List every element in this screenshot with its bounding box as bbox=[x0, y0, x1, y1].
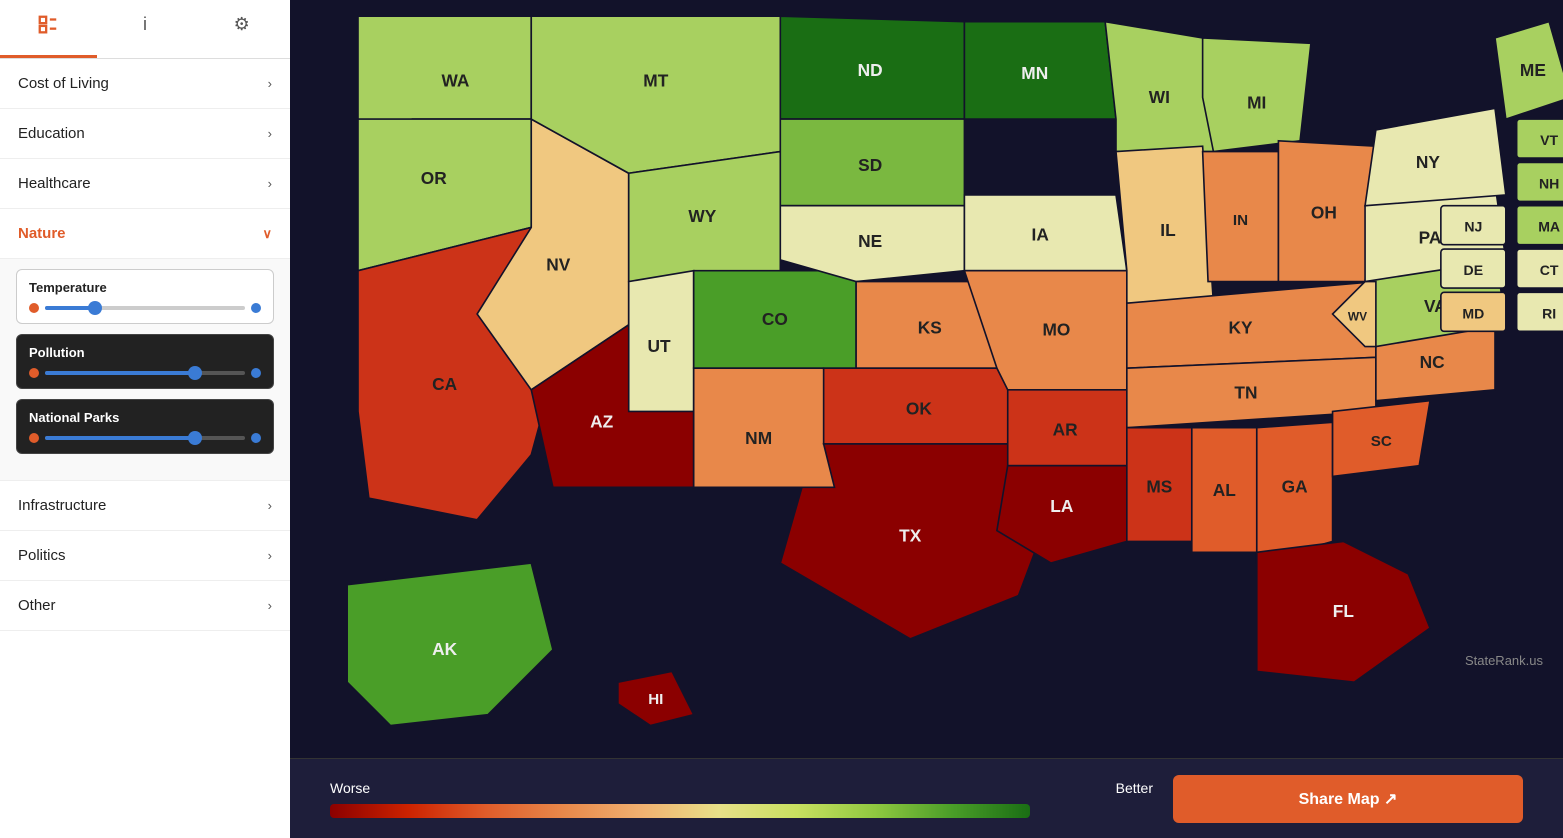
menu-item-healthcare[interactable]: Healthcare › bbox=[0, 159, 290, 209]
main-content: WA OR CA ID NV AZ MT WY UT bbox=[290, 0, 1563, 838]
state-al[interactable] bbox=[1192, 428, 1257, 553]
state-ma[interactable] bbox=[1517, 206, 1563, 245]
slider-left-dot-pollution bbox=[29, 368, 39, 378]
slider-track-temperature[interactable] bbox=[45, 306, 245, 310]
state-nj[interactable] bbox=[1441, 206, 1506, 245]
state-sc[interactable] bbox=[1333, 401, 1430, 477]
legend-labels: Worse Better bbox=[330, 780, 1153, 796]
national-parks-label: National Parks bbox=[29, 410, 261, 425]
slider-left-dot-national-parks bbox=[29, 433, 39, 443]
chevron-nature: ∨ bbox=[262, 226, 272, 242]
nature-expanded-panel: Temperature Pollution bbox=[0, 259, 290, 481]
legend-gradient-bar bbox=[330, 804, 1030, 818]
pollution-label: Pollution bbox=[29, 345, 261, 360]
menu-item-education[interactable]: Education › bbox=[0, 109, 290, 159]
chevron-other: › bbox=[268, 598, 272, 613]
menu-item-other[interactable]: Other › bbox=[0, 581, 290, 631]
menu-item-politics[interactable]: Politics › bbox=[0, 531, 290, 581]
menu-label-healthcare: Healthcare bbox=[18, 175, 91, 192]
state-de[interactable] bbox=[1441, 249, 1506, 288]
menu-label-infrastructure: Infrastructure bbox=[18, 497, 106, 514]
slider-thumb-temperature[interactable] bbox=[88, 301, 102, 315]
state-ny[interactable] bbox=[1365, 108, 1506, 205]
slider-track-national-parks[interactable] bbox=[45, 436, 245, 440]
sidebar-header: i ⚙ bbox=[0, 0, 290, 59]
temperature-label: Temperature bbox=[29, 280, 261, 295]
bottom-bar: Worse Better Share Map ↗ bbox=[290, 758, 1563, 838]
menu-item-nature[interactable]: Nature ∨ bbox=[0, 209, 290, 259]
map-container[interactable]: WA OR CA ID NV AZ MT WY UT bbox=[290, 0, 1563, 758]
share-map-label: Share Map ↗ bbox=[1299, 789, 1398, 809]
slider-thumb-pollution[interactable] bbox=[188, 366, 202, 380]
chevron-politics: › bbox=[268, 548, 272, 563]
state-wy[interactable] bbox=[629, 152, 781, 282]
slider-left-dot-temperature bbox=[29, 303, 39, 313]
state-mn[interactable] bbox=[964, 22, 1116, 119]
legend-worse-label: Worse bbox=[330, 780, 370, 796]
sidebar: i ⚙ Cost of Living › Education › Healthc… bbox=[0, 0, 290, 838]
list-icon bbox=[37, 14, 59, 41]
slider-track-pollution[interactable] bbox=[45, 371, 245, 375]
share-map-button[interactable]: Share Map ↗ bbox=[1173, 775, 1523, 823]
info-icon: i bbox=[143, 14, 147, 35]
temperature-slider-row bbox=[29, 303, 261, 313]
slider-right-dot-temperature bbox=[251, 303, 261, 313]
state-nd[interactable] bbox=[780, 16, 964, 119]
filter-pollution: Pollution bbox=[16, 334, 274, 389]
menu-item-infrastructure[interactable]: Infrastructure › bbox=[0, 481, 290, 531]
state-mi[interactable] bbox=[1203, 38, 1311, 152]
state-nm[interactable] bbox=[694, 368, 835, 487]
menu-label-education: Education bbox=[18, 125, 85, 142]
state-ia[interactable] bbox=[964, 195, 1126, 271]
legend-better-label: Better bbox=[1116, 780, 1153, 796]
pollution-slider-row bbox=[29, 368, 261, 378]
state-ct[interactable] bbox=[1517, 249, 1563, 288]
state-ar[interactable] bbox=[1008, 390, 1127, 466]
tab-settings[interactable]: ⚙ bbox=[193, 0, 290, 58]
tab-list[interactable] bbox=[0, 0, 97, 58]
slider-thumb-national-parks[interactable] bbox=[188, 431, 202, 445]
us-map-svg: WA OR CA ID NV AZ MT WY UT bbox=[290, 0, 1563, 758]
chevron-education: › bbox=[268, 126, 272, 141]
slider-right-dot-pollution bbox=[251, 368, 261, 378]
gear-icon: ⚙ bbox=[234, 14, 250, 35]
slider-fill-national-parks bbox=[45, 436, 195, 440]
state-me[interactable] bbox=[1495, 22, 1563, 119]
state-oh[interactable] bbox=[1278, 141, 1375, 282]
menu-label-politics: Politics bbox=[18, 547, 66, 564]
menu-label-other: Other bbox=[18, 597, 56, 614]
state-ga[interactable] bbox=[1257, 422, 1333, 563]
state-ri[interactable] bbox=[1517, 292, 1563, 331]
filter-temperature: Temperature bbox=[16, 269, 274, 324]
state-ok[interactable] bbox=[824, 368, 1030, 444]
national-parks-slider-row bbox=[29, 433, 261, 443]
state-fl[interactable] bbox=[1257, 541, 1430, 682]
filter-national-parks: National Parks bbox=[16, 399, 274, 454]
state-hi[interactable] bbox=[618, 671, 694, 725]
state-wi[interactable] bbox=[1105, 22, 1213, 152]
state-ut[interactable] bbox=[629, 271, 694, 412]
slider-right-dot-national-parks bbox=[251, 433, 261, 443]
state-vt[interactable] bbox=[1517, 119, 1563, 158]
chevron-cost-living: › bbox=[268, 76, 272, 91]
chevron-infrastructure: › bbox=[268, 498, 272, 513]
state-in[interactable] bbox=[1203, 152, 1279, 282]
state-il[interactable] bbox=[1116, 146, 1213, 303]
tab-info[interactable]: i bbox=[97, 0, 194, 58]
menu-item-cost-living[interactable]: Cost of Living › bbox=[0, 59, 290, 109]
chevron-healthcare: › bbox=[268, 176, 272, 191]
slider-fill-pollution bbox=[45, 371, 195, 375]
menu-label-nature: Nature bbox=[18, 225, 66, 242]
map-legend: Worse Better bbox=[330, 780, 1153, 818]
state-sd[interactable] bbox=[780, 119, 964, 206]
state-ak[interactable] bbox=[347, 563, 553, 725]
menu-label-cost-living: Cost of Living bbox=[18, 75, 109, 92]
state-md[interactable] bbox=[1441, 292, 1506, 331]
state-co[interactable] bbox=[694, 271, 856, 368]
state-nh[interactable] bbox=[1517, 162, 1563, 201]
state-ms[interactable] bbox=[1127, 428, 1192, 542]
